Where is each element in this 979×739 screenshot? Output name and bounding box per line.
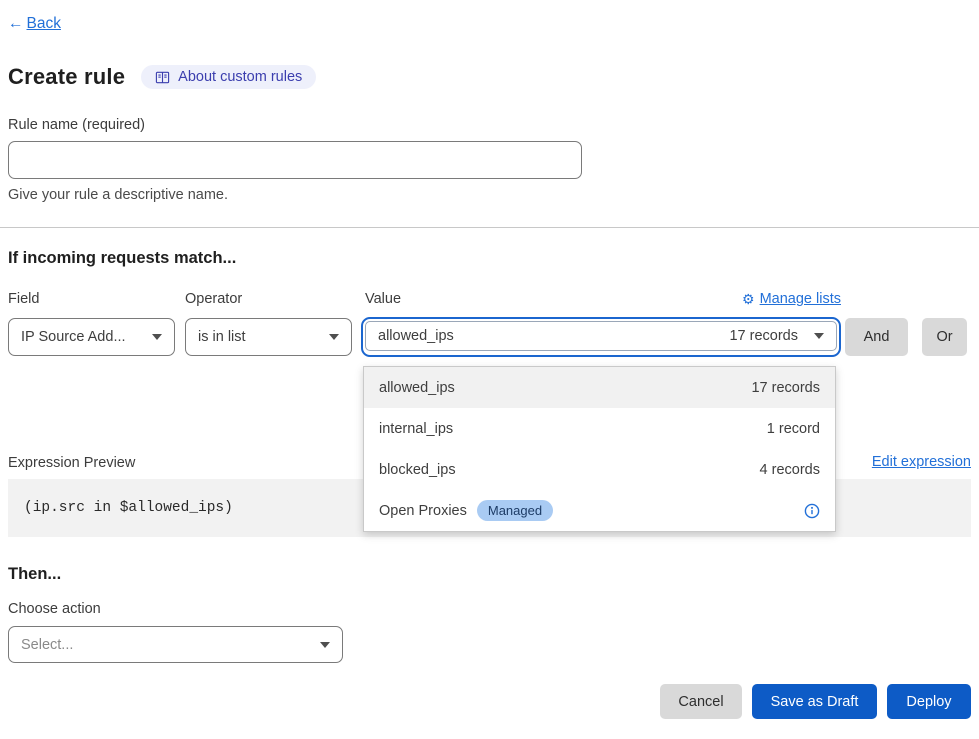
list-option-blocked-ips[interactable]: blocked_ips 4 records (364, 449, 835, 490)
title-row: Create rule About custom rules (8, 64, 316, 90)
rule-name-helper: Give your rule a descriptive name. (8, 187, 228, 203)
match-section-heading: If incoming requests match... (8, 249, 236, 268)
choose-action-label: Choose action (8, 601, 101, 617)
footer-actions: Cancel Save as Draft Deploy (660, 684, 971, 719)
chevron-down-icon (329, 334, 339, 340)
chevron-down-icon (320, 642, 330, 648)
value-select-record-count: 17 records (729, 328, 798, 344)
list-option-open-proxies[interactable]: Open Proxies Managed (364, 490, 835, 531)
operator-select[interactable]: is in list (185, 318, 352, 356)
chevron-down-icon (152, 334, 162, 340)
about-badge-label: About custom rules (178, 69, 302, 85)
expression-preview-label: Expression Preview (8, 455, 135, 471)
edit-expression-link[interactable]: Edit expression (872, 454, 971, 470)
back-arrow-icon: ← (8, 15, 24, 33)
value-select-value: allowed_ips (378, 328, 454, 344)
list-option-count: 17 records (751, 380, 820, 396)
cancel-button[interactable]: Cancel (660, 684, 742, 719)
condition-labels-row: Field Operator Value ⚙ Manage lists (8, 291, 971, 307)
managed-badge: Managed (477, 500, 553, 521)
or-button[interactable]: Or (922, 318, 967, 356)
manage-lists-link[interactable]: ⚙ Manage lists (742, 291, 841, 307)
page-title: Create rule (8, 64, 125, 90)
list-option-count: 4 records (760, 462, 820, 478)
operator-select-value: is in list (198, 329, 246, 345)
list-option-count: 1 record (767, 421, 820, 437)
back-link[interactable]: ← Back (8, 15, 61, 33)
info-icon[interactable] (804, 503, 820, 519)
manage-lists-label: Manage lists (760, 291, 841, 307)
value-dropdown-menu: allowed_ips 17 records internal_ips 1 re… (363, 366, 836, 532)
action-select[interactable]: Select... (8, 626, 343, 663)
action-select-placeholder: Select... (21, 637, 73, 653)
then-section-heading: Then... (8, 565, 61, 584)
create-rule-page: ← Back Create rule About custom rules Ru… (0, 0, 979, 739)
deploy-button[interactable]: Deploy (887, 684, 971, 719)
field-select-value: IP Source Add... (21, 329, 126, 345)
rule-name-input[interactable] (8, 141, 582, 179)
value-label: Value (365, 291, 401, 307)
and-button[interactable]: And (845, 318, 908, 356)
list-option-name: blocked_ips (379, 462, 456, 478)
back-label: Back (27, 15, 61, 33)
list-option-name: Open Proxies (379, 503, 467, 519)
list-option-allowed-ips[interactable]: allowed_ips 17 records (364, 367, 835, 408)
list-option-name: allowed_ips (379, 380, 455, 396)
book-icon (155, 70, 170, 85)
about-custom-rules-link[interactable]: About custom rules (141, 65, 316, 89)
gear-icon: ⚙ (742, 292, 755, 306)
field-label: Field (8, 291, 185, 307)
value-select-focus-ring: allowed_ips 17 records (361, 317, 841, 357)
operator-label: Operator (185, 291, 361, 307)
field-select[interactable]: IP Source Add... (8, 318, 175, 356)
rule-name-label: Rule name (required) (8, 117, 145, 133)
condition-controls-row: IP Source Add... is in list allowed_ips … (8, 317, 967, 357)
list-option-name: internal_ips (379, 421, 453, 437)
save-as-draft-button[interactable]: Save as Draft (752, 684, 877, 719)
list-option-internal-ips[interactable]: internal_ips 1 record (364, 408, 835, 449)
expression-code: (ip.src in $allowed_ips) (24, 500, 233, 516)
chevron-down-icon (814, 333, 824, 339)
value-select[interactable]: allowed_ips 17 records (365, 321, 837, 351)
section-divider (0, 227, 979, 228)
